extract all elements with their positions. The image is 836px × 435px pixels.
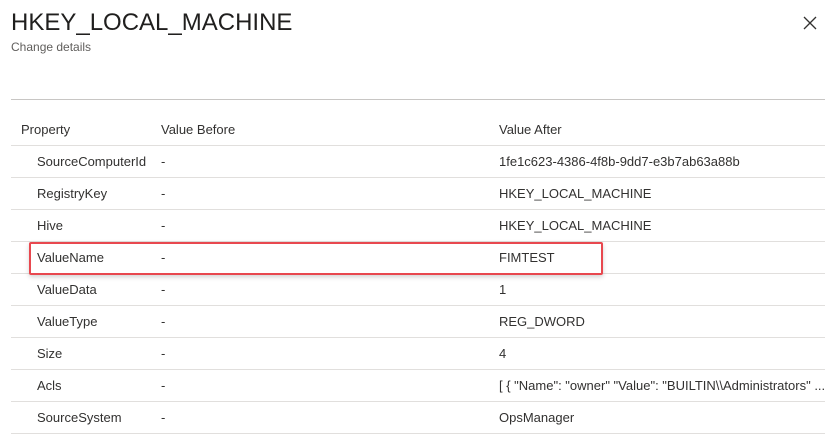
page-subtitle: Change details [11, 40, 92, 54]
highlight-box [29, 242, 603, 275]
property-cell: ValueData [37, 282, 97, 297]
value-after-cell: 1fe1c623-4386-4f8b-9dd7-e3b7ab63a88b [499, 154, 740, 169]
property-cell: Acls [37, 378, 62, 393]
header-divider [11, 99, 825, 100]
value-after-cell: [ { "Name": "owner" "Value": "BUILTIN\\A… [499, 378, 825, 393]
property-cell: Hive [37, 218, 64, 233]
column-header-value-before[interactable]: Value Before [161, 113, 491, 145]
table-header-row: Property Value Before Value After [11, 113, 825, 146]
value-after-cell: 4 [499, 346, 507, 361]
table-row[interactable]: Acls - [ { "Name": "owner" "Value": "BUI… [11, 370, 825, 402]
value-before-cell: - [161, 346, 166, 361]
value-before-cell: - [161, 410, 166, 425]
value-before-cell: - [161, 218, 166, 233]
value-before-cell: - [161, 154, 166, 169]
property-cell: RegistryKey [37, 186, 108, 201]
value-after-cell: REG_DWORD [499, 314, 585, 329]
table-row[interactable]: ValueType - REG_DWORD [11, 306, 825, 338]
value-after-cell: HKEY_LOCAL_MACHINE [499, 186, 652, 201]
column-header-property[interactable]: Property [21, 113, 161, 145]
page-title: HKEY_LOCAL_MACHINE [11, 9, 293, 36]
close-button[interactable] [799, 12, 821, 34]
table-row[interactable]: Size - 4 [11, 338, 825, 370]
column-header-value-after[interactable]: Value After [499, 113, 825, 145]
table-row[interactable]: SourceSystem - OpsManager [11, 402, 825, 434]
value-before-cell: - [161, 314, 166, 329]
property-cell: SourceSystem [37, 410, 122, 425]
table-row[interactable]: RegistryKey - HKEY_LOCAL_MACHINE [11, 178, 825, 210]
value-after-cell: 1 [499, 282, 507, 297]
property-cell: Size [37, 346, 63, 361]
value-after-cell: HKEY_LOCAL_MACHINE [499, 218, 652, 233]
table-row[interactable]: ValueData - 1 [11, 274, 825, 306]
value-before-cell: - [161, 186, 166, 201]
table-row[interactable]: Hive - HKEY_LOCAL_MACHINE [11, 210, 825, 242]
property-cell: ValueType [37, 314, 98, 329]
table-row[interactable]: SourceComputerId - 1fe1c623-4386-4f8b-9d… [11, 146, 825, 178]
close-icon [803, 16, 817, 30]
property-cell: SourceComputerId [37, 154, 147, 169]
value-before-cell: - [161, 378, 166, 393]
value-before-cell: - [161, 282, 166, 297]
value-after-cell: OpsManager [499, 410, 575, 425]
